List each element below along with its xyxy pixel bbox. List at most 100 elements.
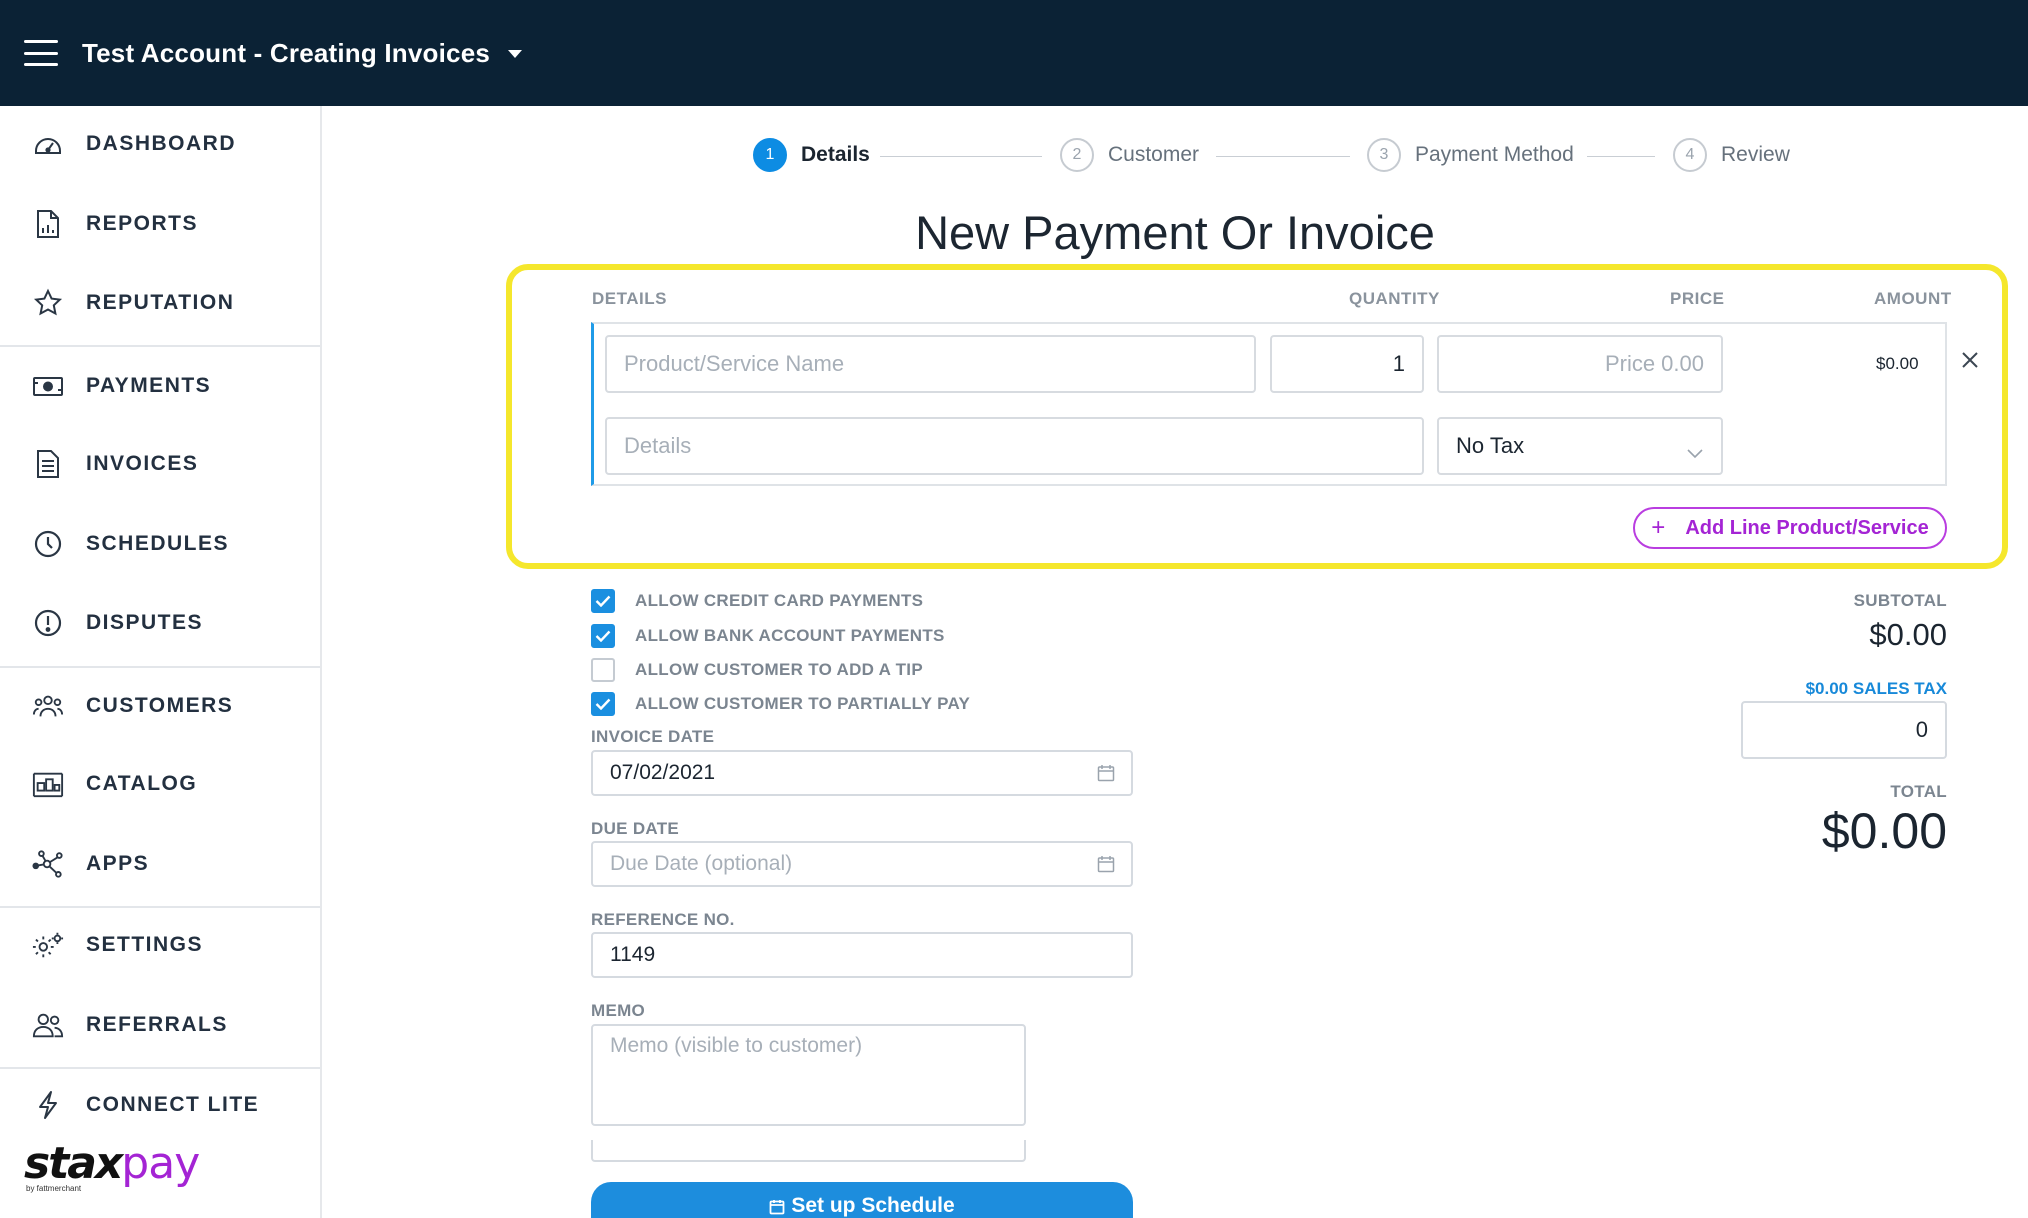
checkbox-label: ALLOW CREDIT CARD PAYMENTS <box>635 591 924 610</box>
step-payment-method[interactable]: 3 Payment Method <box>1367 138 1574 172</box>
allow-tip-checkbox[interactable]: ALLOW CUSTOMER TO ADD A TIP <box>591 658 923 682</box>
close-icon[interactable] <box>1960 350 1980 370</box>
checkbox-checked[interactable] <box>591 624 615 648</box>
invoice-date-value: 07/02/2021 <box>610 761 716 784</box>
sidebar-item-label: PAYMENTS <box>86 374 212 397</box>
subtotal-label: SUBTOTAL <box>1853 591 1947 610</box>
star-icon <box>32 287 64 319</box>
sales-tax-input[interactable]: 0 <box>1741 701 1947 759</box>
sidebar-item-label: SETTINGS <box>86 933 204 956</box>
lightning-icon <box>32 1089 64 1121</box>
step-number: 3 <box>1367 138 1401 172</box>
divider <box>0 906 320 908</box>
column-header-details: DETAILS <box>592 289 667 308</box>
sidebar-item-label: APPS <box>86 852 150 875</box>
due-date-input[interactable]: Due Date (optional) <box>591 841 1133 887</box>
sidebar-item-label: REFERRALS <box>86 1013 228 1036</box>
step-customer[interactable]: 2 Customer <box>1060 138 1199 172</box>
sidebar-item-label: CATALOG <box>86 772 198 795</box>
step-connector <box>880 156 1042 157</box>
checkbox-label: ALLOW BANK ACCOUNT PAYMENTS <box>635 626 945 645</box>
referrals-icon <box>32 1009 64 1041</box>
menu-icon[interactable] <box>24 40 58 66</box>
checkbox-label: ALLOW CUSTOMER TO ADD A TIP <box>635 660 923 679</box>
page-title: New Payment Or Invoice <box>915 206 1435 259</box>
calendar-icon[interactable] <box>1097 855 1115 873</box>
line-details-input[interactable]: Details <box>605 417 1424 475</box>
sidebar-item-connect-lite[interactable]: CONNECT LITE <box>0 1075 320 1135</box>
calendar-icon <box>769 1197 785 1218</box>
step-number: 1 <box>753 138 787 172</box>
top-bar: Test Account - Creating Invoices <box>0 0 2028 106</box>
gear-icon <box>32 929 64 961</box>
sidebar-item-schedules[interactable]: SCHEDULES <box>0 514 320 574</box>
report-icon <box>32 208 64 240</box>
reference-input[interactable]: 1149 <box>591 932 1133 978</box>
sidebar-item-label: REPUTATION <box>86 291 235 314</box>
sidebar-item-disputes[interactable]: DISPUTES <box>0 593 320 653</box>
memo-textarea[interactable]: Memo (visible to customer) <box>591 1024 1026 1126</box>
add-line-button[interactable]: + Add Line Product/Service <box>1633 507 1947 549</box>
due-date-label: DUE DATE <box>591 819 680 838</box>
line-amount: $0.00 <box>1876 354 1919 373</box>
product-name-input[interactable]: Product/Service Name <box>605 335 1256 393</box>
caret-down-icon[interactable] <box>508 50 523 58</box>
alert-icon <box>32 607 64 639</box>
divider <box>0 666 320 668</box>
step-label: Customer <box>1108 143 1200 166</box>
step-label: Details <box>801 143 870 166</box>
sidebar-item-label: INVOICES <box>86 452 199 475</box>
checkbox-unchecked[interactable] <box>591 658 615 682</box>
dashboard-icon <box>32 128 64 160</box>
step-details[interactable]: 1 Details <box>753 138 870 172</box>
invoice-icon <box>32 448 64 480</box>
quantity-input[interactable]: 1 <box>1270 335 1424 393</box>
checkbox-checked[interactable] <box>591 692 615 716</box>
divider <box>0 1067 320 1069</box>
allow-bank-account-checkbox[interactable]: ALLOW BANK ACCOUNT PAYMENTS <box>591 624 945 648</box>
memo-extra-field <box>591 1140 1026 1162</box>
plus-icon: + <box>1651 514 1666 541</box>
step-label: Review <box>1721 143 1790 166</box>
sales-tax-link[interactable]: $0.00 SALES TAX <box>1806 679 1947 699</box>
price-input[interactable]: Price 0.00 <box>1437 335 1723 393</box>
checkbox-label: ALLOW CUSTOMER TO PARTIALLY PAY <box>635 694 971 713</box>
allow-partial-pay-checkbox[interactable]: ALLOW CUSTOMER TO PARTIALLY PAY <box>591 692 970 716</box>
setup-schedule-label: Set up Schedule <box>791 1194 955 1217</box>
total-value: $0.00 <box>1821 803 1947 859</box>
brand-logo: staxpay by fattmerchant <box>24 1138 234 1198</box>
tax-select-value: No Tax <box>1456 433 1525 458</box>
sidebar-item-invoices[interactable]: INVOICES <box>0 434 320 494</box>
tax-select[interactable]: No Tax <box>1437 417 1723 475</box>
allow-credit-card-checkbox[interactable]: ALLOW CREDIT CARD PAYMENTS <box>591 589 923 613</box>
column-header-amount: AMOUNT <box>1874 289 1952 308</box>
invoice-date-label: INVOICE DATE <box>591 727 715 746</box>
sidebar-item-reputation[interactable]: REPUTATION <box>0 273 320 333</box>
step-connector <box>1587 156 1655 157</box>
sidebar-item-referrals[interactable]: REFERRALS <box>0 995 320 1055</box>
sidebar-item-dashboard[interactable]: DASHBOARD <box>0 114 320 174</box>
due-date-placeholder: Due Date (optional) <box>610 852 793 875</box>
divider <box>0 345 320 347</box>
account-title[interactable]: Test Account - Creating Invoices <box>82 38 490 69</box>
sidebar-item-catalog[interactable]: CATALOG <box>0 754 320 814</box>
sidebar-item-label: SCHEDULES <box>86 532 230 555</box>
column-header-price: PRICE <box>1670 289 1725 308</box>
sidebar-item-settings[interactable]: SETTINGS <box>0 915 320 975</box>
brand-tagline: by fattmerchant <box>26 1184 82 1193</box>
sidebar-item-customers[interactable]: CUSTOMERS <box>0 676 320 736</box>
checkbox-checked[interactable] <box>591 589 615 613</box>
reference-label: REFERENCE NO. <box>591 910 735 929</box>
step-number: 4 <box>1673 138 1707 172</box>
invoice-date-input[interactable]: 07/02/2021 <box>591 750 1133 796</box>
setup-schedule-button[interactable]: Set up Schedule <box>591 1182 1133 1218</box>
chevron-down-icon <box>1687 439 1703 465</box>
sidebar-item-apps[interactable]: APPS <box>0 834 320 894</box>
step-review[interactable]: 4 Review <box>1673 138 1790 172</box>
sidebar-item-payments[interactable]: PAYMENTS <box>0 356 320 416</box>
sidebar-item-reports[interactable]: REPORTS <box>0 194 320 254</box>
calendar-icon[interactable] <box>1097 764 1115 782</box>
sidebar-item-label: DISPUTES <box>86 611 204 634</box>
sidebar-item-label: CUSTOMERS <box>86 694 234 717</box>
step-number: 2 <box>1060 138 1094 172</box>
